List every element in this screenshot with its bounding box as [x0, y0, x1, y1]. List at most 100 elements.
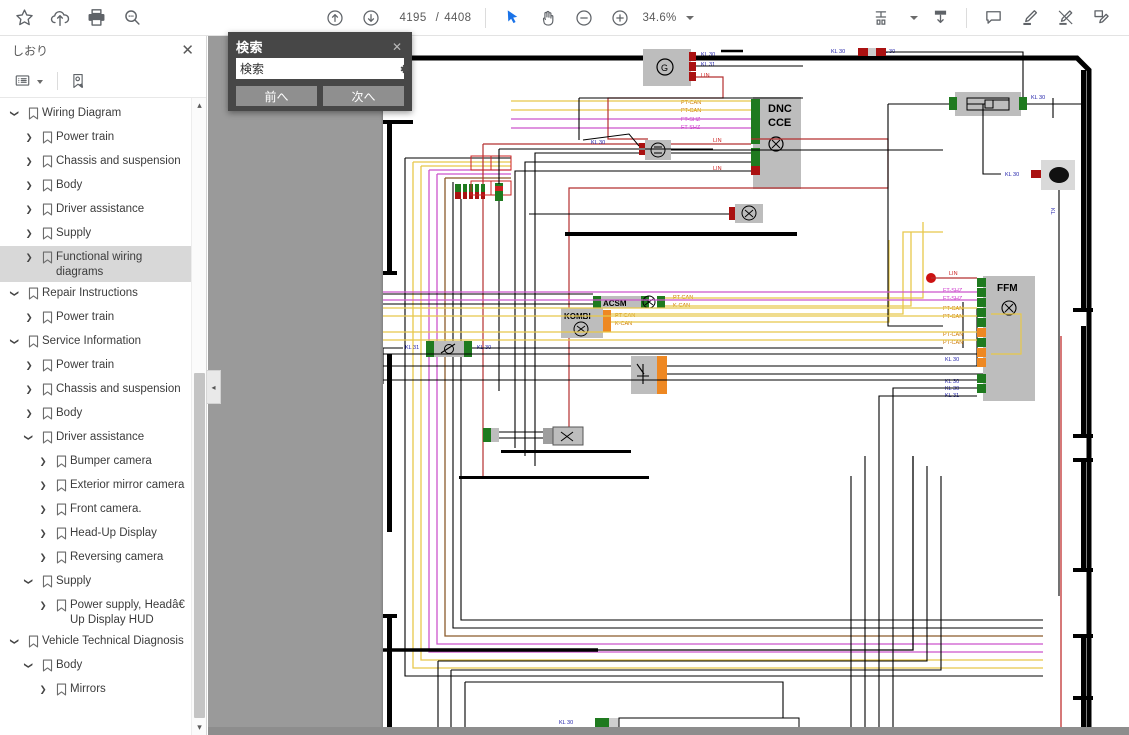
- bookmark-item[interactable]: Power train: [0, 354, 192, 378]
- erase-highlight-icon[interactable]: [1047, 3, 1083, 33]
- chevron-right-icon[interactable]: [34, 476, 52, 495]
- chevron-right-icon[interactable]: [20, 224, 38, 243]
- chevron-down-icon[interactable]: [20, 428, 38, 447]
- svg-text:LIN: LIN: [713, 138, 722, 144]
- chevron-down-icon[interactable]: [685, 15, 694, 20]
- chevron-right-icon[interactable]: [34, 596, 52, 615]
- chevron-right-icon[interactable]: [20, 308, 38, 327]
- bookmark-item[interactable]: Body: [0, 174, 192, 198]
- bookmark-item[interactable]: Power train: [0, 306, 192, 330]
- bookmark-item-label: Front camera.: [70, 503, 142, 515]
- bookmarks-panel: しおり ✕ Wiring Diagram Power train Chassis a…: [0, 36, 207, 735]
- fit-page-icon[interactable]: [865, 3, 901, 33]
- page-up-icon[interactable]: [317, 3, 353, 33]
- component-bottom-connector: [483, 426, 584, 446]
- bookmark-item[interactable]: Supply: [0, 222, 192, 246]
- chevron-right-icon[interactable]: [20, 380, 38, 399]
- bookmarks-tree[interactable]: Wiring Diagram Power train Chassis and sus…: [0, 98, 192, 735]
- chevron-right-icon[interactable]: [20, 152, 38, 171]
- favorite-star-icon[interactable]: [6, 3, 42, 33]
- bookmark-list-icon[interactable]: [10, 69, 34, 93]
- bookmark-item[interactable]: Wiring Diagram: [0, 102, 192, 126]
- chevron-down-icon[interactable]: [6, 284, 24, 303]
- bookmark-icon: [24, 284, 42, 303]
- bookmark-item[interactable]: Power supply, Headâ€​Up Display HUD: [0, 594, 192, 630]
- scroll-down-arrow-icon[interactable]: ▾: [192, 720, 207, 735]
- pdf-viewer-window: 4195 / 4408 34.6% しおり ✕ ❯ Wiring Diagram…: [0, 0, 1129, 735]
- fit-chevron-down-icon[interactable]: [910, 15, 918, 20]
- print-icon[interactable]: [78, 3, 114, 33]
- chevron-right-icon[interactable]: [34, 452, 52, 471]
- bookmark-item[interactable]: Chassis and suspension: [0, 378, 192, 402]
- bookmark-item[interactable]: Mirrors: [0, 678, 192, 702]
- search-input[interactable]: [236, 59, 399, 78]
- bookmark-item[interactable]: Head-Up Display: [0, 522, 192, 546]
- bookmark-icon: [38, 248, 56, 267]
- close-icon[interactable]: ✕: [177, 41, 198, 60]
- gear-icon[interactable]: [399, 63, 411, 75]
- save-download-icon[interactable]: [922, 3, 958, 33]
- bookmark-icon: [38, 224, 56, 243]
- bookmark-item-label: Body: [56, 179, 83, 191]
- find-dialog[interactable]: 検索 ✕ 前へ 次へ: [228, 32, 412, 111]
- bookmark-item[interactable]: Power train: [0, 126, 192, 150]
- bookmark-icon: [52, 452, 70, 471]
- bookmark-icon: [38, 308, 56, 327]
- chevron-down-icon[interactable]: [6, 632, 24, 651]
- current-page-input[interactable]: 4195: [395, 10, 430, 26]
- chevron-right-icon[interactable]: [20, 176, 38, 195]
- chevron-right-icon[interactable]: [34, 524, 52, 543]
- collapse-panel-icon[interactable]: ◂: [207, 370, 221, 404]
- scroll-up-arrow-icon[interactable]: ▴: [192, 98, 207, 113]
- comment-icon[interactable]: [975, 3, 1011, 33]
- chevron-down-icon[interactable]: [20, 656, 38, 675]
- bookmark-item[interactable]: Vehicle Technical Diagnosis: [0, 630, 192, 654]
- select-arrow-icon[interactable]: [494, 3, 530, 33]
- chevron-right-icon[interactable]: [20, 200, 38, 219]
- page-down-icon[interactable]: [353, 3, 389, 33]
- bookmark-icon: [38, 176, 56, 195]
- close-icon[interactable]: ✕: [390, 41, 404, 53]
- chevron-right-icon[interactable]: [20, 128, 38, 147]
- bookmark-item[interactable]: Driver assistance: [0, 426, 192, 450]
- search-icon[interactable]: [114, 3, 150, 33]
- bookmark-item[interactable]: Exterior mirror camera: [0, 474, 192, 498]
- chevron-right-icon[interactable]: [20, 248, 38, 267]
- bookmark-item[interactable]: Front camera.: [0, 498, 192, 522]
- bookmark-item[interactable]: Reversing camera: [0, 546, 192, 570]
- find-previous-button[interactable]: 前へ: [236, 86, 317, 106]
- bookmark-item[interactable]: Chassis and suspension: [0, 150, 192, 174]
- bookmark-item[interactable]: Driver assistance: [0, 198, 192, 222]
- upload-cloud-icon[interactable]: [42, 3, 78, 33]
- bookmark-icon: [52, 500, 70, 519]
- chevron-right-icon[interactable]: [34, 680, 52, 699]
- bookmark-item[interactable]: Service Information: [0, 330, 192, 354]
- bookmark-item[interactable]: Bumper camera: [0, 450, 192, 474]
- bookmark-item-label: Body: [56, 659, 83, 671]
- zoom-out-icon[interactable]: [566, 3, 602, 33]
- chevron-down-icon[interactable]: [6, 332, 24, 351]
- highlighter-icon[interactable]: [1011, 3, 1047, 33]
- bookmark-item[interactable]: Body: [0, 402, 192, 426]
- bookmark-item-label: Bumper camera: [70, 455, 152, 467]
- chevron-down-icon[interactable]: [37, 79, 43, 84]
- scrollbar-thumb[interactable]: [194, 373, 205, 718]
- bookmarks-scrollbar[interactable]: ▴ ▾: [191, 98, 206, 735]
- bookmark-item[interactable]: Repair Instructions: [0, 282, 192, 306]
- chevron-right-icon[interactable]: [20, 404, 38, 423]
- hand-pan-icon[interactable]: [530, 3, 566, 33]
- chevron-right-icon[interactable]: [20, 356, 38, 375]
- bookmark-item[interactable]: Body: [0, 654, 192, 678]
- chevron-right-icon[interactable]: [34, 548, 52, 567]
- zoom-in-icon[interactable]: [602, 3, 638, 33]
- bookmark-item[interactable]: Functional wiring diagrams: [0, 246, 192, 282]
- chevron-down-icon[interactable]: [6, 104, 24, 123]
- add-bookmark-icon[interactable]: [66, 69, 90, 93]
- find-next-button[interactable]: 次へ: [323, 86, 404, 106]
- chevron-down-icon[interactable]: [20, 572, 38, 591]
- chevron-right-icon[interactable]: [34, 500, 52, 519]
- bookmark-item[interactable]: Supply: [0, 570, 192, 594]
- draw-annotate-icon[interactable]: [1083, 3, 1119, 33]
- document-viewer[interactable]: DNC CCE PT-CAN PT-CAN FT-SHZ FT-SHZ LIN …: [208, 36, 1129, 735]
- zoom-level-value[interactable]: 34.6%: [638, 12, 676, 24]
